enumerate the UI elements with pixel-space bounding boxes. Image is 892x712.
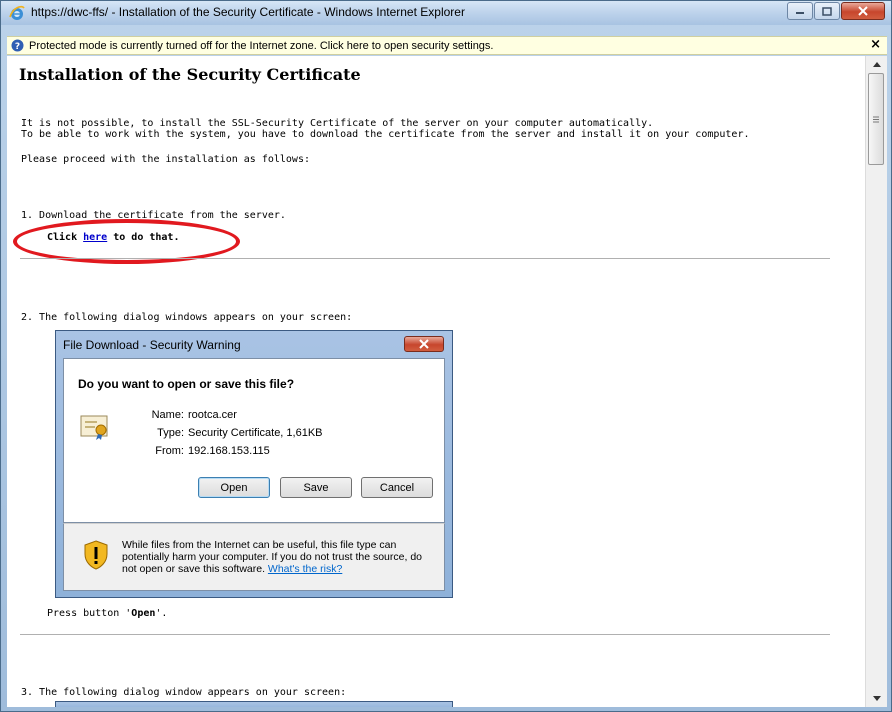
name-value: rootca.cer <box>188 409 237 421</box>
save-button: Save <box>280 477 352 498</box>
intro-line-1: It is not possible, to install the SSL-S… <box>21 118 654 129</box>
svg-text:?: ? <box>15 42 20 52</box>
type-label: Type: <box>157 427 184 439</box>
grip-icon <box>873 116 879 123</box>
press-prefix: Press button ' <box>47 608 132 619</box>
window-controls <box>786 2 885 20</box>
cancel-button: Cancel <box>361 477 433 498</box>
close-button[interactable] <box>841 2 885 20</box>
second-dialog-image-partial <box>55 701 453 707</box>
arrow-up-icon <box>872 62 881 67</box>
dialog-question: Do you want to open or save this file? <box>78 377 295 391</box>
step-2-text: 2. The following dialog windows appears … <box>21 312 353 323</box>
title-bar[interactable]: https://dwc-ffs/ - Installation of the S… <box>1 1 891 25</box>
file-download-dialog-image: File Download - Security Warning Do you … <box>55 330 453 598</box>
arrow-down-icon <box>872 696 881 701</box>
close-icon <box>858 6 868 16</box>
press-suffix: '. <box>155 608 168 619</box>
name-label: Name: <box>151 409 184 421</box>
from-value: 192.168.153.115 <box>188 445 270 457</box>
scroll-up-button[interactable] <box>866 56 887 73</box>
scroll-down-button[interactable] <box>866 690 887 707</box>
infobar-close-button[interactable]: × <box>870 37 881 52</box>
page-content: Installation of the Security Certificate… <box>7 56 865 707</box>
maximize-button[interactable] <box>814 2 840 20</box>
browser-window: https://dwc-ffs/ - Installation of the S… <box>0 0 892 712</box>
open-button: Open <box>198 477 270 498</box>
dialog-title: File Download - Security Warning <box>63 338 241 352</box>
warning-shield-icon <box>84 540 108 570</box>
step-3-text: 3. The following dialog window appears o… <box>21 687 347 698</box>
dialog-body: Do you want to open or save this file? N… <box>63 358 445 523</box>
dialog-warning-area: While files from the Internet can be use… <box>63 523 445 591</box>
shield-icon: ? <box>11 39 24 52</box>
close-icon <box>419 339 429 349</box>
dialog-close-button <box>404 336 444 352</box>
minimize-button[interactable] <box>787 2 813 20</box>
minimize-icon <box>796 12 804 14</box>
press-open-instruction: Press button 'Open'. <box>47 608 167 619</box>
vertical-scrollbar[interactable] <box>865 56 887 707</box>
divider <box>20 258 830 259</box>
press-button-name: Open <box>131 608 156 619</box>
information-bar[interactable]: ? Protected mode is currently turned off… <box>7 36 887 55</box>
window-title: https://dwc-ffs/ - Installation of the S… <box>31 5 465 19</box>
maximize-icon <box>822 6 832 16</box>
internet-explorer-icon <box>9 5 25 20</box>
page-title: Installation of the Security Certificate <box>19 65 361 84</box>
divider <box>20 634 830 635</box>
proceed-text: Please proceed with the installation as … <box>21 154 310 165</box>
whats-the-risk-link: What's the risk? <box>267 563 343 575</box>
scrollbar-thumb[interactable] <box>868 73 884 165</box>
infobar-message: Protected mode is currently turned off f… <box>29 40 494 52</box>
warning-text: While files from the Internet can be use… <box>122 539 422 575</box>
type-value: Security Certificate, 1,61KB <box>188 427 323 439</box>
intro-line-2: To be able to work with the system, you … <box>21 129 750 140</box>
from-label: From: <box>155 445 184 457</box>
certificate-icon <box>80 415 108 440</box>
